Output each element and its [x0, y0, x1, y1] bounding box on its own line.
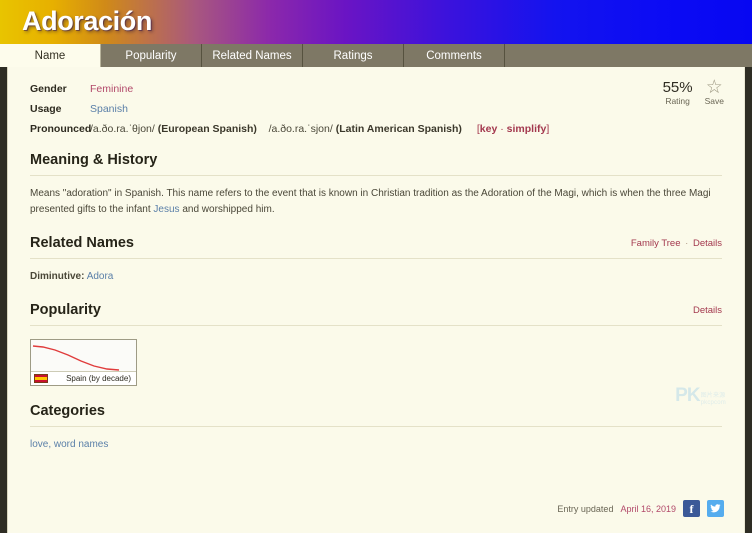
pronunciation-link-separator: · [500, 123, 504, 135]
rating-percent: 55% [662, 79, 693, 96]
gender-value: Feminine [90, 83, 133, 95]
section-categories: Categories love, word names [30, 403, 722, 453]
diminutive-label: Diminutive: [30, 271, 85, 282]
meaning-text-part1: Means "adoration" in Spanish. This name … [30, 188, 711, 215]
spain-flag-icon [34, 374, 48, 383]
section-popularity: Popularity Details Spain (by decade) [30, 302, 722, 386]
related-names-links: Family Tree · Details [631, 238, 722, 249]
popularity-chart-caption: Spain (by decade) [31, 371, 136, 385]
tab-name-label: Name [34, 49, 66, 62]
rating-label: Rating [665, 96, 690, 106]
popularity-chart-caption-label: Spain (by decade) [66, 373, 131, 383]
star-outline-icon: ☆ [705, 77, 723, 98]
pronunciation-ipa-latin: /a.ðo.ra.ˈsjon/ [268, 123, 333, 135]
tab-popularity[interactable]: Popularity [101, 44, 202, 67]
pronunciation-links: [key · simplify] [477, 123, 549, 135]
rating-score[interactable]: 55% Rating [663, 79, 693, 107]
categories-links[interactable]: love, word names [30, 439, 108, 450]
meaning-text-part2: and worshipped him. [179, 204, 275, 215]
section-related-names: Related Names Family Tree · Details Dimi… [30, 235, 722, 285]
usage-label: Usage [30, 103, 62, 115]
entry-updated-date: April 16, 2019 [620, 503, 676, 514]
related-details-link[interactable]: Details [693, 238, 722, 249]
tab-related-names-label: Related Names [212, 49, 292, 62]
entry-updated-label: Entry updated [557, 503, 614, 514]
pronounced-label: Pronounced [30, 123, 92, 135]
fact-row-gender: Gender Feminine [30, 83, 722, 95]
popularity-chart-thumbnail[interactable]: Spain (by decade) [30, 339, 137, 386]
usage-value: Spanish [90, 103, 128, 115]
tab-ratings-label: Ratings [333, 49, 373, 62]
tab-bar: Name Popularity Related Names Ratings Co… [0, 44, 752, 67]
facebook-glyph: f [689, 501, 694, 516]
name-facts: Gender Feminine Usage Spanish Pronounced… [30, 83, 722, 135]
pronunciation-ipa-european: /a.ðo.ra.ˈθjon/ [90, 123, 155, 135]
popularity-chart-line [32, 345, 120, 371]
tab-comments-label: Comments [426, 49, 482, 62]
tab-bar-filler [505, 44, 752, 67]
twitter-bird-glyph [710, 504, 721, 513]
popularity-details-link[interactable]: Details [693, 305, 722, 316]
family-tree-link[interactable]: Family Tree [631, 238, 681, 249]
popularity-heading: Popularity [30, 302, 722, 326]
tab-name[interactable]: Name [0, 44, 101, 67]
related-names-heading: Related Names [30, 235, 722, 259]
tab-ratings[interactable]: Ratings [303, 44, 404, 67]
meaning-body: Means "adoration" in Spanish. This name … [30, 176, 722, 218]
pronunciation-variety-european: (European Spanish) [157, 123, 257, 135]
pronunciation-key-link[interactable]: key [480, 123, 498, 135]
related-names-body: Diminutive: Adora [30, 259, 722, 285]
rating-block: 55% Rating ☆ Save [663, 77, 724, 107]
popularity-body: Spain (by decade) [30, 326, 722, 386]
page-title: Adoración [22, 6, 152, 36]
content-sheet: 55% Rating ☆ Save Gender Feminine Usage [7, 67, 745, 533]
save-label: Save [704, 96, 724, 106]
usage-link[interactable]: Spanish [90, 103, 128, 115]
jesus-link[interactable]: Jesus [153, 204, 179, 215]
facebook-icon[interactable]: f [683, 500, 700, 517]
footer: Entry updated April 16, 2019 f [557, 500, 724, 517]
fact-row-pronounced: Pronounced /a.ðo.ra.ˈθjon/ (European Spa… [30, 123, 722, 135]
pronunciation-simplify-link[interactable]: simplify [507, 123, 547, 135]
diminutive-adora-link[interactable]: Adora [87, 271, 114, 282]
pronounced-value: /a.ðo.ra.ˈθjon/ (European Spanish) /a.ðo… [90, 123, 549, 135]
tab-related-names[interactable]: Related Names [202, 44, 303, 67]
popularity-links: Details [693, 305, 722, 316]
gender-label: Gender [30, 83, 67, 95]
twitter-icon[interactable] [707, 500, 724, 517]
categories-heading: Categories [30, 403, 722, 427]
bracket-close: ] [546, 123, 550, 135]
categories-body: love, word names [30, 427, 722, 453]
save-button[interactable]: ☆ Save [704, 77, 724, 107]
fact-row-usage: Usage Spanish [30, 103, 722, 115]
section-meaning-history: Meaning & History Means "adoration" in S… [30, 152, 722, 218]
tab-comments[interactable]: Comments [404, 44, 505, 67]
tab-popularity-label: Popularity [125, 49, 177, 62]
gender-link[interactable]: Feminine [90, 83, 133, 95]
related-link-separator: · [685, 238, 689, 249]
meaning-heading: Meaning & History [30, 152, 722, 176]
page-root: Adoración Name Popularity Related Names … [0, 0, 752, 533]
pronunciation-variety-latin: (Latin American Spanish) [335, 123, 462, 135]
page-banner: Adoración [0, 0, 752, 44]
